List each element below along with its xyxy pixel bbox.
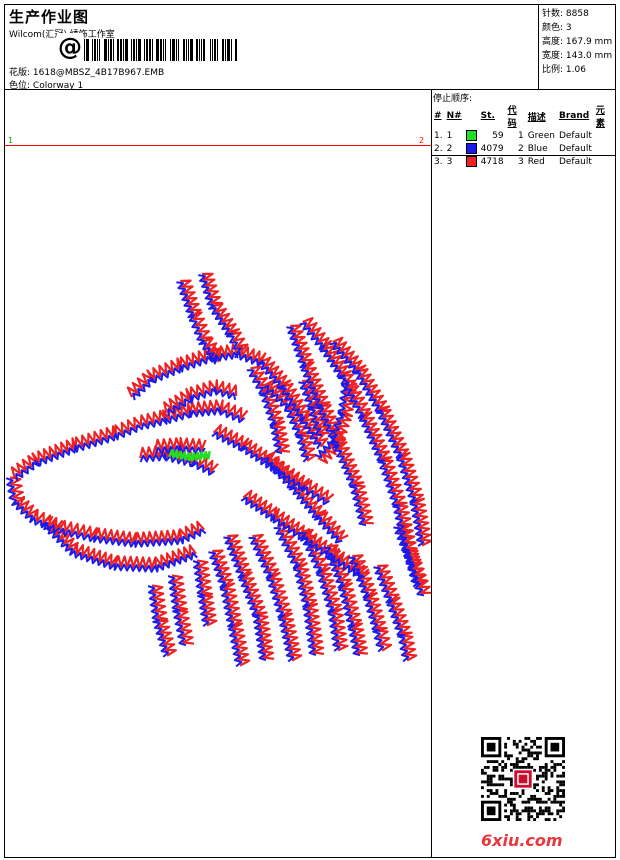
qr-code-icon [481,737,565,821]
stat-colors: 颜色: 3 [542,23,572,33]
design-label: 花版: [9,68,31,78]
panel-divider [431,89,432,857]
stats-panel: 针数: 8858 颜色: 3 高度: 167.9 mm 宽度: 143.0 mm… [542,7,612,77]
col-order: # [434,111,442,121]
blue-stitch-run [15,424,144,481]
col-n: N# [446,111,462,121]
design-name: 花版: 1618@MBSZ_4B17B967.EMB [9,65,164,78]
marker-right: 2 [419,136,425,145]
red-stitch-run [264,451,349,541]
wolf-embroidery-image [5,272,431,668]
watermark: 6xiu.com [481,831,563,850]
guide-line [5,145,431,146]
color-swatch [465,130,477,141]
marker-left: 1 [8,136,14,145]
col-stitches: St. [480,111,495,121]
barcode-symbol: @ [57,33,83,61]
stat-width: 宽度: 143.0 mm [542,51,613,61]
sheet-title: 生产作业图 [9,8,90,26]
stat-stitches: 针数: 8858 [542,9,589,19]
stat-scale: 比例: 1.06 [542,65,586,75]
col-desc: 描述 [527,112,546,123]
color-swatch [465,156,477,167]
table-row: 3. 3 4718 3 Red Default [434,156,592,167]
design-value: 1618@MBSZ_4B17B967.EMB [32,68,165,78]
col-swatch [465,103,480,129]
col-element: 元素 [595,106,605,129]
col-brand: Brand [558,111,590,121]
table-row: 1. 1 59 1 Green Default [434,130,592,141]
header-divider [5,89,615,90]
color-sequence-table: # N# St. 代码 描述 Brand 元素 1. 1 59 1 Green … [433,103,615,168]
col-code: 代码 [507,106,517,129]
table-header-row: # N# St. 代码 描述 Brand 元素 [433,103,615,129]
table-row: 2. 2 4079 2 Blue Default [434,143,592,154]
color-swatch [465,143,477,154]
stats-divider [538,5,539,89]
barcode [65,39,277,61]
production-sheet: 生产作业图 Wilcom(汇冠) 绣饰工作室 @ 花版: 1618@MBSZ_4… [4,4,616,858]
stat-height: 高度: 167.9 mm [542,37,613,47]
